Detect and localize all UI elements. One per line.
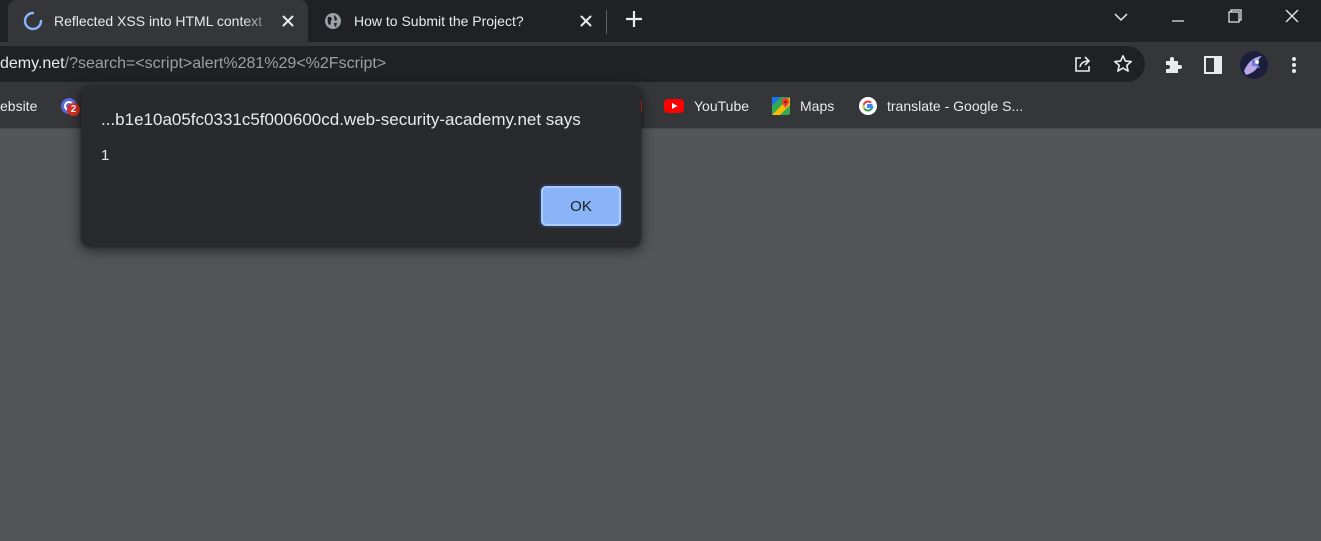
close-icon[interactable] (574, 9, 598, 33)
more-menu-icon[interactable] (1282, 53, 1306, 77)
restore-icon (1228, 8, 1242, 28)
bookmark-label: translate - Google S... (887, 98, 1024, 114)
tab-strip: Reflected XSS into HTML context How to S… (0, 0, 1321, 42)
minimize-button[interactable] (1155, 0, 1201, 36)
plus-icon (625, 10, 643, 33)
bookmark-maps[interactable]: Maps (772, 88, 834, 124)
new-tab-button[interactable] (620, 7, 648, 35)
alert-dialog: ...b1e10a05fc0331c5f000600cd.web-securit… (81, 86, 641, 246)
tab-reflected-xss[interactable]: Reflected XSS into HTML context (8, 0, 308, 42)
url-text[interactable]: demy.net/?search=<script>alert%281%29<%2… (0, 46, 386, 82)
bookmark-translate[interactable]: translate - Google S... (859, 88, 1023, 124)
tab-title: How to Submit the Project? (354, 13, 524, 29)
profile-avatar[interactable] (1239, 50, 1269, 80)
star-bookmark-icon[interactable] (1111, 52, 1135, 76)
google-icon (859, 97, 877, 115)
dialog-title: ...b1e10a05fc0331c5f000600cd.web-securit… (101, 110, 581, 129)
ok-button[interactable]: OK (541, 186, 621, 226)
tab-search-chevron-icon (1114, 9, 1128, 27)
globe-icon (322, 10, 344, 32)
bookmark-label: Maps (800, 98, 835, 114)
extensions-puzzle-icon[interactable] (1161, 53, 1185, 77)
url-host: demy.net (0, 55, 65, 72)
close-icon (1285, 9, 1299, 28)
tab-search-button[interactable] (1098, 0, 1144, 36)
bookmark-label: ebsite (0, 98, 38, 114)
tab-how-to-submit[interactable]: How to Submit the Project? (310, 0, 606, 42)
loading-spinner-icon (22, 10, 44, 32)
bookmark-youtube[interactable]: YouTube (664, 88, 749, 124)
restore-button[interactable] (1212, 0, 1258, 36)
close-icon[interactable] (276, 9, 300, 33)
tab-title: Reflected XSS into HTML context (54, 13, 263, 29)
tab-separator (606, 10, 607, 34)
badge-count: 2 (67, 103, 80, 116)
address-bar[interactable]: demy.net/?search=<script>alert%281%29<%2… (0, 46, 1145, 82)
toolbar: demy.net/?search=<script>alert%281%29<%2… (0, 42, 1321, 88)
minimize-icon (1172, 9, 1184, 27)
url-path: /?search=<script>alert%281%29<%2Fscript> (64, 55, 387, 72)
dialog-message: 1 (101, 147, 110, 164)
share-icon[interactable] (1071, 52, 1095, 76)
bookmark-website[interactable]: ebsite (0, 88, 37, 124)
close-window-button[interactable] (1269, 0, 1315, 36)
maps-icon (772, 97, 790, 115)
bookmark-label: YouTube (694, 98, 750, 114)
side-panel-icon[interactable] (1201, 53, 1225, 77)
red-badge-icon: 2 (60, 97, 80, 116)
youtube-icon (664, 97, 684, 115)
